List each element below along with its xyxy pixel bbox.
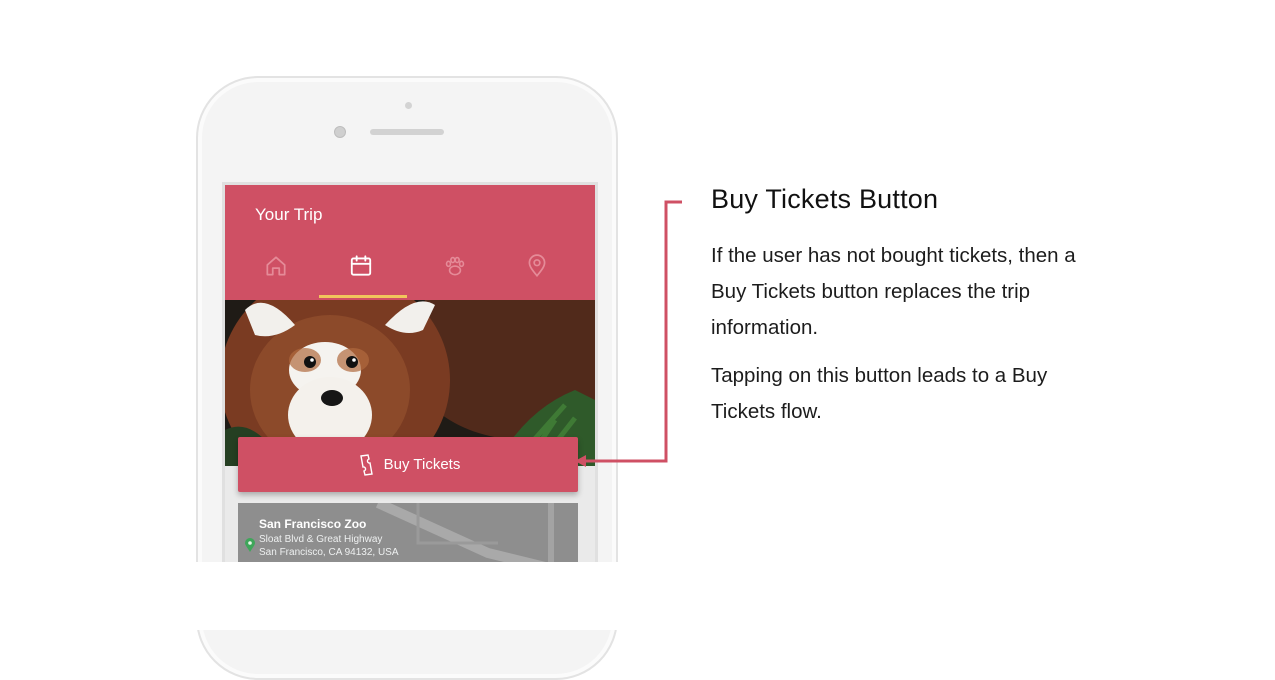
- callout-description: If the user has not bought tickets, then…: [711, 244, 1076, 339]
- callout-behavior-note: Tapping on this button leads to a Buy Ti…: [711, 364, 1048, 423]
- callout-title: Buy Tickets Button: [711, 184, 939, 214]
